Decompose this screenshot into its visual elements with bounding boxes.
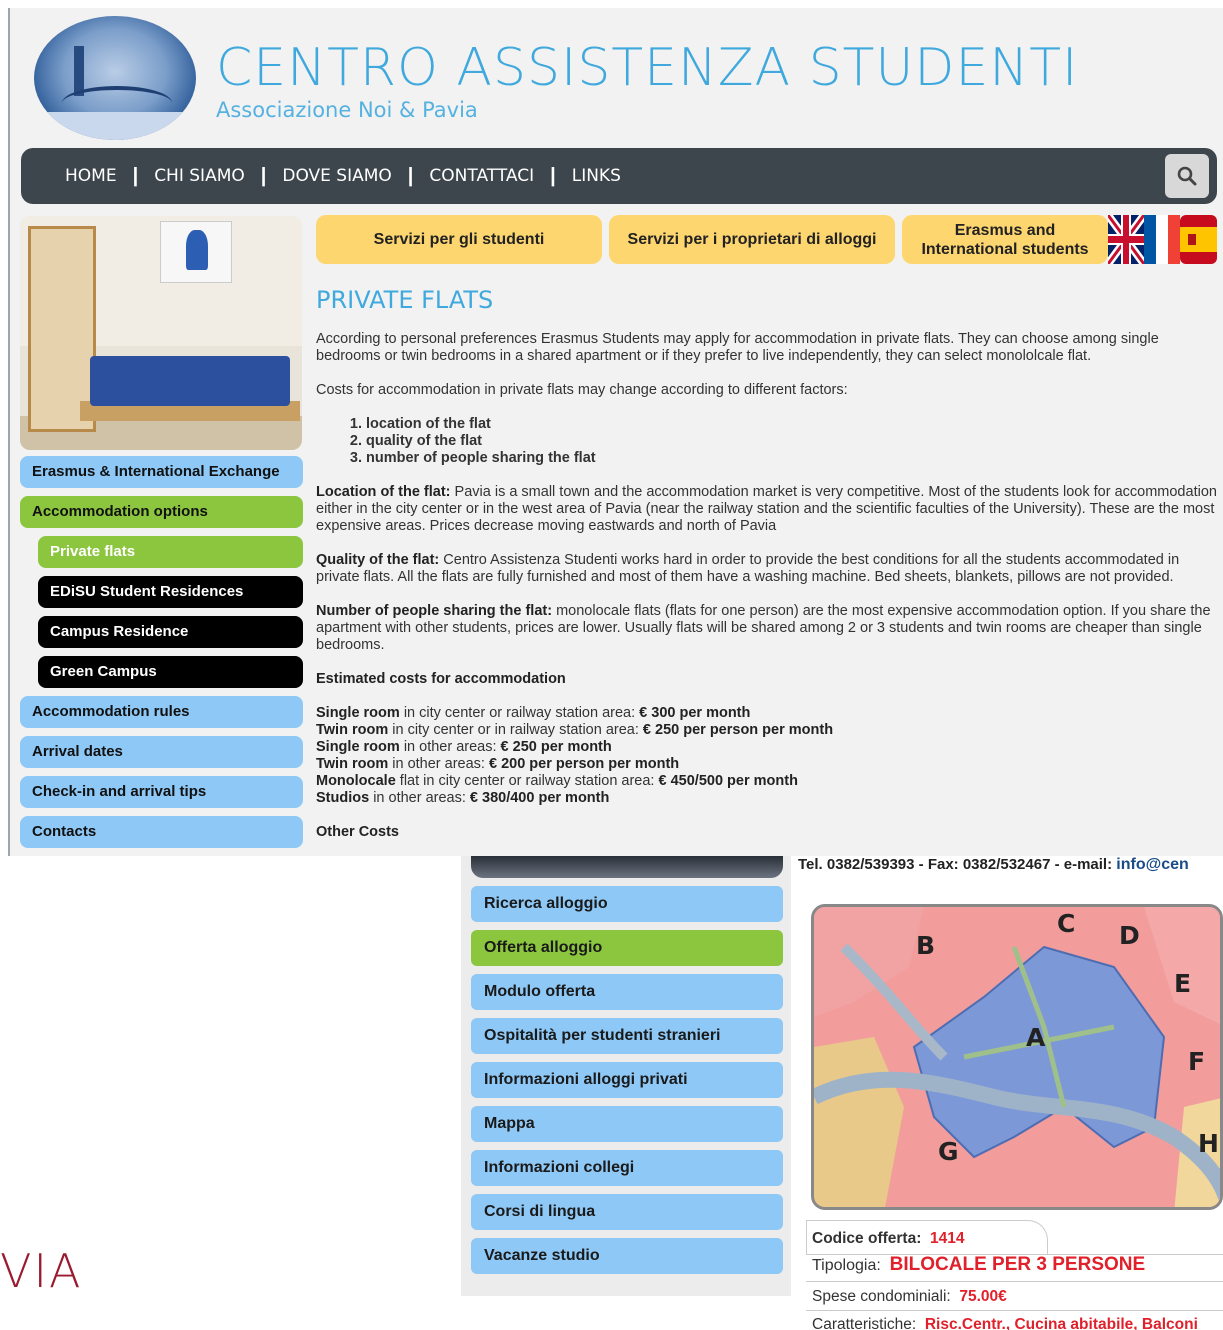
offer-fees-value: 75.00€ bbox=[959, 1288, 1007, 1305]
nav-links[interactable]: LINKS bbox=[558, 166, 635, 186]
quality-label: Quality of the flat: bbox=[316, 552, 440, 568]
cost-row: Single room in other areas: € 250 per mo… bbox=[316, 739, 612, 755]
nav-home[interactable]: HOME bbox=[51, 166, 131, 186]
estimated-costs-heading: Estimated costs for accommodation bbox=[316, 671, 566, 687]
map-zone-b: B bbox=[916, 931, 936, 960]
other-costs-heading: Other Costs bbox=[316, 824, 399, 840]
nav-contattaci[interactable]: CONTATTACI bbox=[415, 166, 548, 186]
map-zone-c: C bbox=[1057, 909, 1076, 938]
cost-row: Monolocale flat in city center or railwa… bbox=[316, 773, 798, 789]
map-zone-f: F bbox=[1188, 1047, 1206, 1076]
nav-separator: | bbox=[550, 164, 556, 187]
nav-separator: | bbox=[132, 164, 139, 187]
cost-row: Single room in city center or railway st… bbox=[316, 705, 751, 721]
main-content: PRIVATE FLATS According to personal pref… bbox=[316, 288, 1221, 856]
header-photo bbox=[471, 856, 783, 878]
sidebar-item-green-campus[interactable]: Green Campus bbox=[38, 656, 303, 688]
location-paragraph: Location of the flat: Pavia is a small t… bbox=[316, 484, 1221, 535]
contact-email-link[interactable]: info@cen bbox=[1116, 856, 1189, 873]
list-item: location of the flat bbox=[366, 416, 1221, 433]
pavia-logo-fragment: VIA bbox=[0, 1244, 83, 1298]
offer-features-label: Caratteristiche: bbox=[812, 1316, 917, 1330]
menu-informazioni-collegi[interactable]: Informazioni collegi bbox=[471, 1150, 783, 1186]
menu-informazioni-alloggi[interactable]: Informazioni alloggi privati bbox=[471, 1062, 783, 1098]
students-services-button[interactable]: Servizi per gli studenti bbox=[316, 215, 602, 264]
site-title: CENTRO ASSISTENZA STUDENTI bbox=[216, 38, 1079, 98]
quality-text: Centro Assistenza Studenti works hard in… bbox=[316, 552, 1180, 585]
cost-row: Twin room in other areas: € 200 per pers… bbox=[316, 756, 680, 772]
nav-dove-siamo[interactable]: DOVE SIAMO bbox=[268, 166, 405, 186]
sidebar-item-edisu-residences[interactable]: EDiSU Student Residences bbox=[38, 576, 303, 608]
costs-list: Single room in city center or railway st… bbox=[316, 705, 1221, 807]
search-button[interactable] bbox=[1165, 154, 1209, 198]
sidebar-item-erasmus-exchange[interactable]: Erasmus & International Exchange bbox=[20, 456, 303, 488]
list-item: quality of the flat bbox=[366, 433, 1221, 450]
offer-fees-row: Spese condominiali: 75.00€ bbox=[812, 1288, 1007, 1306]
offer-code-row: Codice offerta: 1414 bbox=[812, 1230, 964, 1248]
factors-list: location of the flat quality of the flat… bbox=[366, 416, 1221, 467]
quality-paragraph: Quality of the flat: Centro Assistenza S… bbox=[316, 552, 1221, 586]
sidebar-item-campus-residence[interactable]: Campus Residence bbox=[38, 616, 303, 648]
sidebar-item-private-flats[interactable]: Private flats bbox=[38, 536, 303, 568]
menu-ospitalita-studenti[interactable]: Ospitalità per studenti stranieri bbox=[471, 1018, 783, 1054]
nav-chi-siamo[interactable]: CHI SIAMO bbox=[140, 166, 259, 186]
people-label: Number of people sharing the flat: bbox=[316, 603, 553, 619]
map-zone-e: E bbox=[1174, 969, 1192, 998]
map-zone-d: D bbox=[1119, 921, 1140, 950]
menu-modulo-offerta[interactable]: Modulo offerta bbox=[471, 974, 783, 1010]
nav-separator: | bbox=[260, 164, 267, 187]
offer-type-row: Tipologia: BILOCALE PER 3 PERSONE bbox=[812, 1254, 1145, 1276]
bottom-screenshot: Ricerca alloggio Offerta alloggio Modulo… bbox=[461, 856, 1223, 1330]
menu-vacanze-studio[interactable]: Vacanze studio bbox=[471, 1238, 783, 1274]
france-flag-icon[interactable] bbox=[1144, 215, 1180, 264]
spain-flag-icon[interactable] bbox=[1180, 215, 1217, 264]
map-zone-h: H bbox=[1198, 1129, 1219, 1158]
uk-flag-icon[interactable] bbox=[1108, 215, 1144, 264]
page-border bbox=[8, 8, 10, 856]
offer-fees-label: Spese condominiali: bbox=[812, 1288, 951, 1305]
sidebar-item-check-in-tips[interactable]: Check-in and arrival tips bbox=[20, 776, 303, 808]
map-zone-g: G bbox=[938, 1137, 959, 1166]
sidebar-item-accommodation-options[interactable]: Accommodation options bbox=[20, 496, 303, 528]
map-graphic bbox=[814, 907, 1220, 1207]
intro-paragraph: According to personal preferences Erasmu… bbox=[316, 331, 1159, 364]
offer-type-value: BILOCALE PER 3 PERSONE bbox=[889, 1254, 1146, 1275]
menu-offerta-alloggio[interactable]: Offerta alloggio bbox=[471, 930, 783, 966]
top-screenshot: CENTRO ASSISTENZA STUDENTI Associazione … bbox=[8, 8, 1223, 856]
search-icon bbox=[1177, 166, 1197, 186]
site-subtitle: Associazione Noi & Pavia bbox=[216, 98, 478, 122]
menu-ricerca-alloggio[interactable]: Ricerca alloggio bbox=[471, 886, 783, 922]
location-text: Pavia is a small town and the accommodat… bbox=[316, 484, 1217, 534]
zone-map[interactable]: B C D E A F G H bbox=[811, 904, 1223, 1210]
offer-code-label: Codice offerta: bbox=[812, 1230, 922, 1247]
costs-intro: Costs for accommodation in private flats… bbox=[316, 382, 848, 398]
people-paragraph: Number of people sharing the flat: monol… bbox=[316, 603, 1221, 654]
sidebar-item-contacts[interactable]: Contacts bbox=[20, 816, 303, 848]
menu-mappa[interactable]: Mappa bbox=[471, 1106, 783, 1142]
map-zone-a: A bbox=[1026, 1023, 1046, 1052]
nav-separator: | bbox=[407, 164, 414, 187]
sidebar-item-accommodation-rules[interactable]: Accommodation rules bbox=[20, 696, 303, 728]
contact-phone-fax: Tel. 0382/539393 - Fax: 0382/532467 - e-… bbox=[798, 856, 1117, 873]
room-photo bbox=[20, 216, 302, 450]
menu-corsi-lingua[interactable]: Corsi di lingua bbox=[471, 1194, 783, 1230]
cost-row: Twin room in city center or in railway s… bbox=[316, 722, 834, 738]
cost-row: Studios in other areas: € 380/400 per mo… bbox=[316, 790, 610, 806]
offer-features-value: Risc.Centr., Cucina abitabile, Balconi bbox=[924, 1316, 1198, 1330]
main-navbar: HOME | CHI SIAMO | DOVE SIAMO | CONTATTA… bbox=[21, 148, 1217, 204]
site-logo[interactable] bbox=[34, 16, 196, 140]
erasmus-button[interactable]: Erasmus and International students bbox=[902, 215, 1108, 264]
page-title: PRIVATE FLATS bbox=[316, 286, 494, 314]
offer-features-row: Caratteristiche: Risc.Centr., Cucina abi… bbox=[812, 1316, 1198, 1330]
list-item: number of people sharing the flat bbox=[366, 450, 1221, 467]
offer-type-label: Tipologia: bbox=[812, 1257, 881, 1274]
contact-line: Tel. 0382/539393 - Fax: 0382/532467 - e-… bbox=[798, 856, 1189, 874]
owners-services-button[interactable]: Servizi per i proprietari di alloggi bbox=[609, 215, 895, 264]
sidebar-item-arrival-dates[interactable]: Arrival dates bbox=[20, 736, 303, 768]
location-label: Location of the flat: bbox=[316, 484, 451, 500]
offer-code-value: 1414 bbox=[930, 1230, 965, 1247]
